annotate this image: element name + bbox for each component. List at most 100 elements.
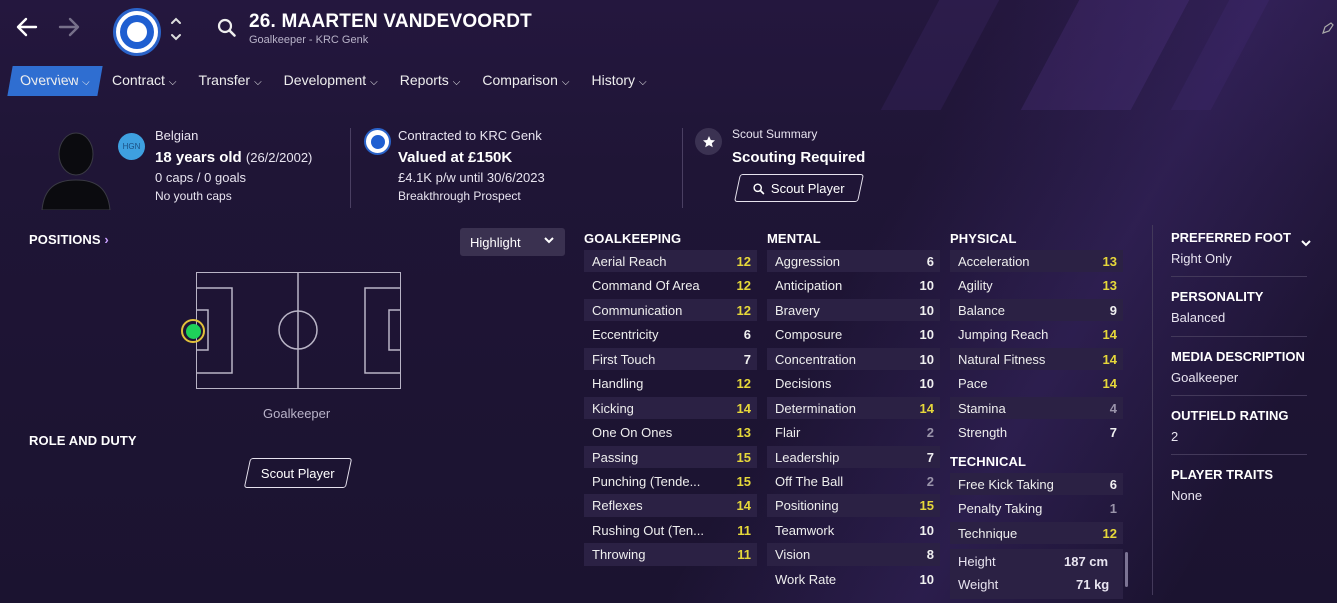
- tab-development[interactable]: Development ⌵: [274, 66, 388, 96]
- technical-attributes: Free Kick Taking 6 Penalty Taking 1 Techniqu…: [950, 472, 1123, 545]
- attribute-value: 11: [737, 547, 751, 563]
- attribute-row[interactable]: Passing 15: [584, 445, 757, 469]
- attribute-row[interactable]: Throwing 11: [584, 542, 757, 567]
- attribute-row[interactable]: Bravery 10: [767, 298, 940, 322]
- divider: [350, 128, 351, 208]
- attribute-row[interactable]: Command Of Area 12: [584, 273, 757, 297]
- attribute-row[interactable]: Acceleration 13: [950, 249, 1123, 273]
- tab-history[interactable]: History ⌵: [581, 66, 656, 96]
- highlight-dropdown[interactable]: Highlight: [460, 228, 565, 256]
- attribute-row[interactable]: Handling 12: [584, 371, 757, 395]
- attribute-value: 14: [736, 400, 751, 416]
- attribute-name: Natural Fitness: [958, 351, 1046, 367]
- nationality[interactable]: Belgian: [155, 128, 198, 143]
- chevron-down-icon[interactable]: [1300, 236, 1312, 254]
- attribute-row[interactable]: Communication 12: [584, 298, 757, 322]
- player-age: 18 years old (26/2/2002): [155, 149, 313, 166]
- attribute-value: 7: [743, 351, 751, 367]
- attribute-value: 10: [919, 376, 934, 392]
- tab-transfer[interactable]: Transfer ⌵: [188, 66, 271, 96]
- search-icon[interactable]: [217, 18, 237, 43]
- switch-player-icon[interactable]: [170, 14, 182, 47]
- attribute-row[interactable]: First Touch 7: [584, 347, 757, 371]
- attribute-name: Stamina: [958, 400, 1006, 416]
- attribute-row[interactable]: Off The Ball 2: [767, 469, 940, 493]
- attribute-name: Leadership: [775, 449, 840, 465]
- attribute-row[interactable]: Strength 7: [950, 420, 1123, 444]
- mental-attributes: Aggression 6 Anticipation 10 Bravery 10 Compos…: [767, 249, 940, 591]
- attribute-row[interactable]: Flair 2: [767, 420, 940, 444]
- forward-arrow-icon[interactable]: [56, 14, 82, 46]
- attribute-value: 12: [736, 376, 751, 392]
- attribute-row[interactable]: Natural Fitness 14: [950, 347, 1123, 371]
- tab-reports[interactable]: Reports ⌵: [390, 66, 471, 96]
- attribute-row[interactable]: Aggression 6: [767, 249, 940, 273]
- attribute-name: Work Rate: [775, 571, 837, 587]
- attribute-row[interactable]: Concentration 10: [767, 347, 940, 371]
- contract-club: Contracted to KRC Genk: [398, 128, 542, 143]
- height-label: Height: [958, 554, 996, 569]
- contract-status: Breakthrough Prospect: [398, 189, 521, 203]
- attribute-row[interactable]: Anticipation 10: [767, 273, 940, 297]
- position-marker[interactable]: [181, 319, 205, 343]
- attribute-row[interactable]: Eccentricity 6: [584, 322, 757, 346]
- attribute-value: 4: [1109, 400, 1117, 416]
- caps-goals: 0 caps / 0 goals: [155, 170, 247, 185]
- height-value: 187 cm: [1064, 554, 1109, 569]
- player-silhouette-icon: [40, 130, 112, 212]
- tab-comparison[interactable]: Comparison ⌵: [472, 66, 579, 96]
- attribute-row[interactable]: Jumping Reach 14: [950, 322, 1123, 346]
- attribute-row[interactable]: Aerial Reach 12: [584, 249, 757, 273]
- scrollbar[interactable]: [1125, 552, 1128, 587]
- attribute-value: 14: [1102, 376, 1117, 392]
- scout-player-button[interactable]: Scout Player: [734, 174, 864, 202]
- attribute-row[interactable]: Punching (Tende... 15: [584, 469, 757, 493]
- back-arrow-icon[interactable]: [14, 14, 40, 46]
- edit-icon[interactable]: [1322, 22, 1334, 37]
- attribute-name: Punching (Tende...: [592, 473, 701, 489]
- attribute-row[interactable]: Stamina 4: [950, 396, 1123, 420]
- attribute-row[interactable]: Agility 13: [950, 273, 1123, 297]
- attribute-value: 1: [1109, 501, 1117, 517]
- attribute-value: 12: [736, 278, 751, 294]
- attribute-row[interactable]: Work Rate 10: [767, 567, 940, 591]
- chevron-down-icon: ⌵: [254, 77, 262, 88]
- player-subtitle[interactable]: Goalkeeper - KRC Genk: [249, 34, 368, 46]
- mental-heading: MENTAL: [767, 231, 821, 246]
- attribute-row[interactable]: Free Kick Taking 6: [950, 472, 1123, 496]
- date-of-birth: (26/2/2002): [245, 150, 313, 165]
- attribute-row[interactable]: Technique 12: [950, 521, 1123, 545]
- attribute-row[interactable]: Kicking 14: [584, 396, 757, 420]
- attribute-value: 6: [1109, 477, 1117, 492]
- star-icon: [695, 128, 722, 155]
- nation-flag-icon[interactable]: HGN: [118, 133, 145, 160]
- attribute-row[interactable]: Leadership 7: [767, 445, 940, 469]
- attribute-name: Communication: [592, 302, 683, 318]
- club-crest-icon[interactable]: [113, 8, 161, 56]
- technical-heading: TECHNICAL: [950, 454, 1027, 469]
- role-scout-player-button[interactable]: Scout Player: [243, 458, 353, 488]
- attribute-value: 12: [736, 254, 751, 269]
- attribute-name: Balance: [958, 302, 1005, 318]
- attribute-row[interactable]: Balance 9: [950, 298, 1123, 322]
- attribute-row[interactable]: Reflexes 14: [584, 493, 757, 518]
- tab-overview[interactable]: Overview ⌵: [7, 66, 103, 96]
- attribute-row[interactable]: Teamwork 10: [767, 518, 940, 542]
- attribute-row[interactable]: Decisions 10: [767, 371, 940, 395]
- tab-contract[interactable]: Contract ⌵: [102, 66, 187, 96]
- tab-bar: Overview ⌵ Contract ⌵ Transfer ⌵ Developmen…: [7, 66, 659, 96]
- attribute-value: 11: [737, 522, 751, 538]
- attribute-row[interactable]: Rushing Out (Ten... 11: [584, 518, 757, 542]
- positions-heading[interactable]: POSITIONS ›: [29, 232, 109, 247]
- attribute-value: 14: [919, 400, 934, 416]
- attribute-row[interactable]: Pace 14: [950, 371, 1123, 395]
- club-crest-icon[interactable]: [364, 128, 391, 155]
- attribute-row[interactable]: Vision 8: [767, 542, 940, 567]
- attribute-row[interactable]: One On Ones 13: [584, 420, 757, 444]
- attribute-row[interactable]: Composure 10: [767, 322, 940, 346]
- attribute-name: Throwing: [592, 547, 646, 563]
- attribute-name: First Touch: [592, 351, 656, 367]
- attribute-row[interactable]: Determination 14: [767, 396, 940, 420]
- attribute-row[interactable]: Penalty Taking 1: [950, 496, 1123, 520]
- attribute-row[interactable]: Positioning 15: [767, 493, 940, 518]
